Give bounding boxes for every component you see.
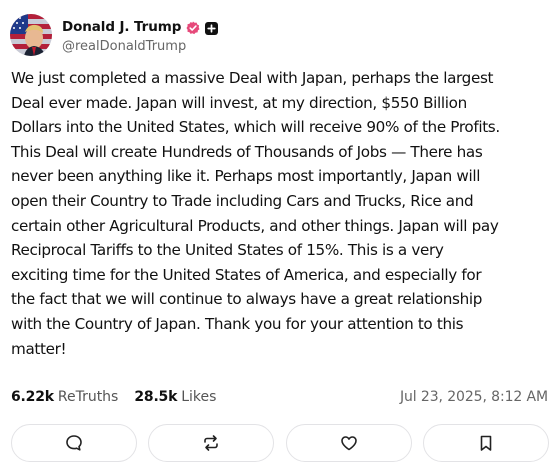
plus-badge-icon xyxy=(205,20,219,35)
retruths-stat[interactable]: 6.22k ReTruths xyxy=(11,389,118,405)
post-timestamp[interactable]: Jul 23, 2025, 8:12 AM xyxy=(400,389,548,405)
name-row: Donald J. Trump xyxy=(62,17,219,37)
retruth-button[interactable] xyxy=(148,424,275,462)
reply-icon xyxy=(66,435,82,451)
post-text: We just completed a massive Deal with Ja… xyxy=(11,69,500,358)
verified-badge-icon xyxy=(186,20,200,34)
retruths-label: ReTruths xyxy=(57,389,119,405)
likes-stat[interactable]: 28.5k Likes xyxy=(134,389,216,405)
avatar[interactable] xyxy=(10,14,52,56)
like-heart-icon xyxy=(340,436,357,451)
display-name[interactable]: Donald J. Trump xyxy=(62,19,181,35)
user-handle[interactable]: @realDonaldTrump xyxy=(62,39,218,54)
likes-label: Likes xyxy=(181,389,217,405)
bookmark-button[interactable] xyxy=(422,424,549,462)
post-header: Donald J. Trump @realDonaldTrump xyxy=(10,14,219,56)
retruth-icon xyxy=(204,435,219,451)
truth-post: Donald J. Trump @realDonaldTrump We just… xyxy=(0,0,560,467)
reply-button[interactable] xyxy=(11,424,137,462)
post-stats: 6.22k ReTruths 28.5k Likes xyxy=(11,389,216,405)
like-button[interactable] xyxy=(285,424,412,462)
likes-count: 28.5k xyxy=(134,389,178,405)
action-bar xyxy=(11,424,549,462)
retruths-count: 6.22k xyxy=(11,389,54,405)
author-info: Donald J. Trump @realDonaldTrump xyxy=(62,17,219,54)
bookmark-icon xyxy=(480,435,492,451)
